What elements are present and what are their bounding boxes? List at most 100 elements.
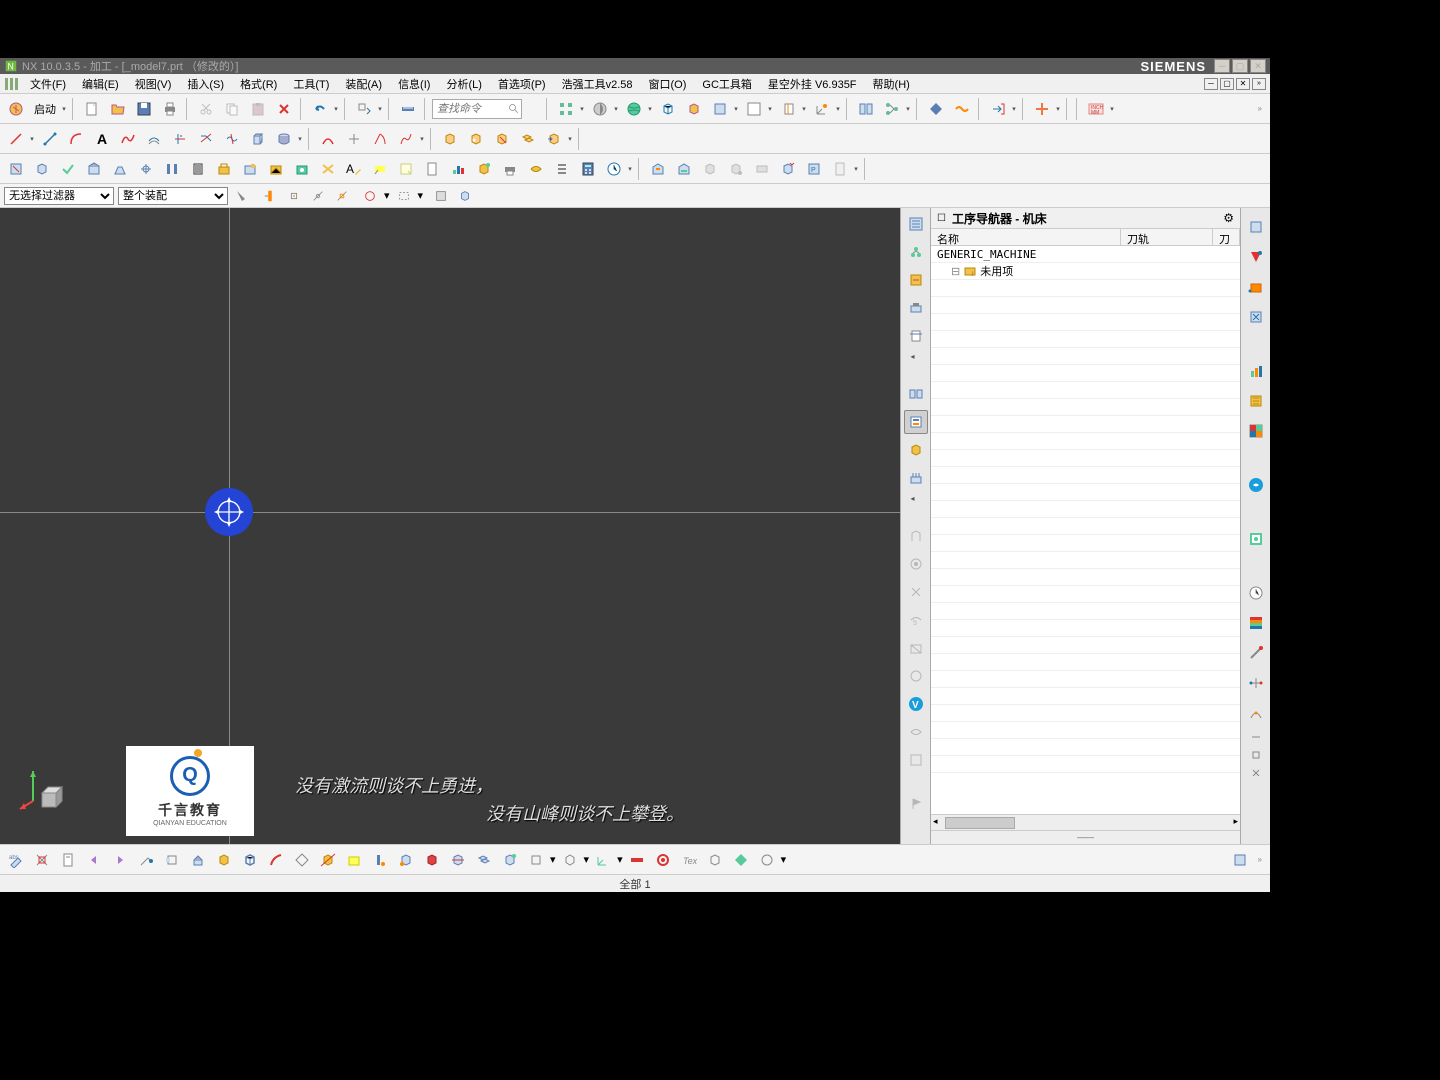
bt-11[interactable] xyxy=(264,848,288,872)
rbtn-4[interactable] xyxy=(1245,306,1267,328)
curve1-button[interactable] xyxy=(316,127,340,151)
op6-button[interactable] xyxy=(134,157,158,181)
box-button[interactable] xyxy=(656,97,680,121)
fb-snap3[interactable] xyxy=(308,186,328,206)
rtab-vericut[interactable]: V xyxy=(904,692,928,716)
rbtn-7[interactable] xyxy=(1245,420,1267,442)
menu-help[interactable]: 帮助(H) xyxy=(867,74,916,94)
curve3-button[interactable] xyxy=(368,127,392,151)
rbtn-8[interactable] xyxy=(1245,474,1267,496)
rtab-7[interactable] xyxy=(904,466,928,490)
copy-button[interactable] xyxy=(220,97,244,121)
op21-button[interactable] xyxy=(524,157,548,181)
print2-button[interactable] xyxy=(498,157,522,181)
minimize-button[interactable]: ─ xyxy=(1214,59,1230,73)
rtab-machine-navigator[interactable] xyxy=(904,296,928,320)
op9-button[interactable] xyxy=(212,157,236,181)
new-button[interactable] xyxy=(80,97,104,121)
postprocess-button[interactable]: P xyxy=(802,157,826,181)
rtab-11[interactable]: 5 xyxy=(904,608,928,632)
solid5-dropdown[interactable]: ▾ xyxy=(566,135,574,143)
rtab-16[interactable] xyxy=(904,748,928,772)
ruler-button[interactable] xyxy=(396,97,420,121)
curve2-button[interactable] xyxy=(342,127,366,151)
line2-button[interactable] xyxy=(38,127,62,151)
fb-snap1[interactable] xyxy=(260,186,280,206)
bt-22[interactable] xyxy=(558,848,582,872)
paste-button[interactable] xyxy=(246,97,270,121)
revolve-dropdown[interactable]: ▾ xyxy=(296,135,304,143)
wave-button[interactable] xyxy=(950,97,974,121)
save-button[interactable] xyxy=(132,97,156,121)
menu-format[interactable]: 格式(R) xyxy=(234,74,283,94)
child-close[interactable]: ✕ xyxy=(1236,78,1250,90)
note-button[interactable] xyxy=(394,157,418,181)
undo-dropdown[interactable]: ▾ xyxy=(332,105,340,113)
rtab-expand2[interactable]: ◂ xyxy=(911,494,921,504)
bt-viewport[interactable] xyxy=(1228,848,1252,872)
break-button[interactable] xyxy=(220,127,244,151)
op13-button[interactable] xyxy=(316,157,340,181)
bt-18[interactable] xyxy=(446,848,470,872)
print-button[interactable] xyxy=(158,97,182,121)
rtab-history[interactable] xyxy=(904,382,928,406)
rbtn-11[interactable] xyxy=(1245,642,1267,664)
sim1-button[interactable] xyxy=(698,157,722,181)
sheet-button[interactable] xyxy=(420,157,444,181)
tree-button[interactable] xyxy=(880,97,904,121)
maximize-button[interactable]: ▢ xyxy=(1232,59,1248,73)
bt-10[interactable] xyxy=(238,848,262,872)
menu-preferences[interactable]: 首选项(P) xyxy=(492,74,552,94)
rbtn-gradient[interactable] xyxy=(1245,612,1267,634)
sim4-button[interactable] xyxy=(776,157,800,181)
rbtn-x[interactable] xyxy=(1245,768,1267,778)
fb-rect-dropdown[interactable]: ▾ xyxy=(418,189,424,202)
transform-dropdown[interactable]: ▾ xyxy=(376,105,384,113)
bt-17[interactable] xyxy=(420,848,444,872)
rbtn-12[interactable] xyxy=(1245,672,1267,694)
direction-dropdown[interactable]: ▾ xyxy=(1010,105,1018,113)
fb-color[interactable] xyxy=(431,186,451,206)
rbtn-3[interactable] xyxy=(1245,276,1267,298)
bt-forward[interactable] xyxy=(108,848,132,872)
orient-button[interactable] xyxy=(682,97,706,121)
offset-button[interactable] xyxy=(142,127,166,151)
globe-dropdown[interactable]: ▾ xyxy=(646,105,654,113)
solid1-button[interactable] xyxy=(438,127,462,151)
rtab-8[interactable] xyxy=(904,524,928,548)
direction-button[interactable] xyxy=(986,97,1010,121)
bt-19[interactable] xyxy=(472,848,496,872)
bt-24[interactable] xyxy=(625,848,649,872)
navigator-resizer[interactable]: ━━━━ xyxy=(931,830,1240,844)
op7-button[interactable] xyxy=(160,157,184,181)
menu-info[interactable]: 信息(I) xyxy=(392,74,436,94)
clock-dropdown[interactable]: ▾ xyxy=(626,165,634,173)
bt-2[interactable] xyxy=(30,848,54,872)
bt-26[interactable]: Text xyxy=(677,848,701,872)
solid3-button[interactable] xyxy=(490,127,514,151)
menu-gctoolbox[interactable]: GC工具箱 xyxy=(696,74,758,94)
rtab-part-navigator[interactable] xyxy=(904,212,928,236)
spline-button[interactable] xyxy=(116,127,140,151)
op11-button[interactable] xyxy=(264,157,288,181)
child-minimize[interactable]: ─ xyxy=(1204,78,1218,90)
op10-button[interactable] xyxy=(238,157,262,181)
assembly-filter[interactable]: 整个装配 xyxy=(118,187,228,205)
generate-button[interactable] xyxy=(646,157,670,181)
canvas-viewport[interactable]: Q 千言教育 QIANYAN EDUCATION 没有激流则谈不上勇进， 没有山… xyxy=(0,208,900,844)
curve4-button[interactable] xyxy=(394,127,418,151)
tree-dropdown[interactable]: ▾ xyxy=(904,105,912,113)
start-dropdown[interactable]: ▾ xyxy=(60,105,68,113)
rtab-constraint-navigator[interactable] xyxy=(904,268,928,292)
bt-27[interactable] xyxy=(703,848,727,872)
rtab-operation-navigator[interactable] xyxy=(904,410,928,434)
bt-22-dropdown[interactable]: ▾ xyxy=(584,853,590,866)
clock-button[interactable] xyxy=(602,157,626,181)
bt-3[interactable] xyxy=(56,848,80,872)
navigator-settings-icon[interactable]: ⚙ xyxy=(1223,211,1234,225)
rtab-6[interactable] xyxy=(904,438,928,462)
menu-insert[interactable]: 插入(S) xyxy=(181,74,230,94)
start-button[interactable] xyxy=(4,97,28,121)
wcs-dropdown[interactable]: ▾ xyxy=(800,105,808,113)
selection-filter[interactable]: 无选择过滤器 xyxy=(4,187,114,205)
